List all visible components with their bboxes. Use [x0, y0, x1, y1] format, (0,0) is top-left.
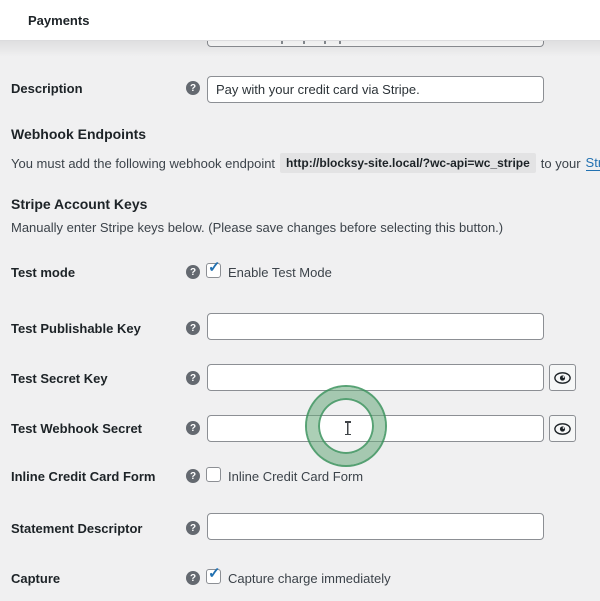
help-icon[interactable]: ?	[186, 571, 200, 585]
webhook-endpoints-heading: Webhook Endpoints	[11, 126, 146, 142]
check-icon: ✓	[208, 260, 221, 275]
test-publishable-key-label: Test Publishable Key	[11, 321, 141, 336]
inline-credit-card-form-checkbox-label[interactable]: Inline Credit Card Form	[228, 469, 363, 484]
help-icon[interactable]: ?	[186, 469, 200, 483]
check-icon: ✓	[208, 566, 221, 581]
test-publishable-key-input[interactable]	[207, 313, 544, 340]
stripe-account-link[interactable]: Stripe account	[586, 155, 600, 171]
webhook-note-text-before: You must add the following webhook endpo…	[11, 156, 275, 171]
description-input[interactable]	[207, 76, 544, 103]
test-mode-label: Test mode	[11, 265, 75, 280]
inline-credit-card-form-label: Inline Credit Card Form	[11, 469, 155, 484]
capture-charge-checkbox[interactable]: ✓	[206, 569, 221, 584]
help-icon[interactable]: ?	[186, 81, 200, 95]
test-secret-key-reveal-button[interactable]	[549, 364, 576, 391]
webhook-note-text-after: to your	[541, 156, 581, 171]
help-icon[interactable]: ?	[186, 371, 200, 385]
help-icon[interactable]: ?	[186, 521, 200, 535]
statement-descriptor-label: Statement Descriptor	[11, 521, 142, 536]
eye-icon	[554, 372, 571, 384]
test-secret-key-input[interactable]	[207, 364, 544, 391]
capture-label: Capture	[11, 571, 60, 586]
stripe-account-keys-heading: Stripe Account Keys	[11, 196, 147, 212]
help-icon[interactable]: ?	[186, 265, 200, 279]
webhook-endpoint-code: http://blocksy-site.local/?wc-api=wc_str…	[280, 153, 536, 173]
page-title: Payments	[28, 13, 89, 28]
payments-settings-page: Payments Description ? Webhook Endpoints…	[0, 0, 600, 601]
test-secret-key-label: Test Secret Key	[11, 371, 108, 386]
eye-icon	[554, 423, 571, 435]
test-webhook-secret-label: Test Webhook Secret	[11, 421, 142, 436]
test-webhook-secret-reveal-button[interactable]	[549, 415, 576, 442]
enable-test-mode-checkbox-label[interactable]: Enable Test Mode	[228, 265, 332, 280]
help-icon[interactable]: ?	[186, 321, 200, 335]
description-label: Description	[11, 81, 83, 96]
test-webhook-secret-input[interactable]	[207, 415, 544, 442]
account-keys-note: Manually enter Stripe keys below. (Pleas…	[11, 220, 503, 235]
help-icon[interactable]: ?	[186, 421, 200, 435]
capture-charge-checkbox-label[interactable]: Capture charge immediately	[228, 571, 391, 586]
statement-descriptor-input[interactable]	[207, 513, 544, 540]
enable-test-mode-checkbox[interactable]: ✓	[206, 263, 221, 278]
topbar: Payments	[0, 0, 600, 41]
inline-credit-card-form-checkbox[interactable]	[206, 467, 221, 482]
webhook-endpoint-note: You must add the following webhook endpo…	[11, 152, 600, 174]
